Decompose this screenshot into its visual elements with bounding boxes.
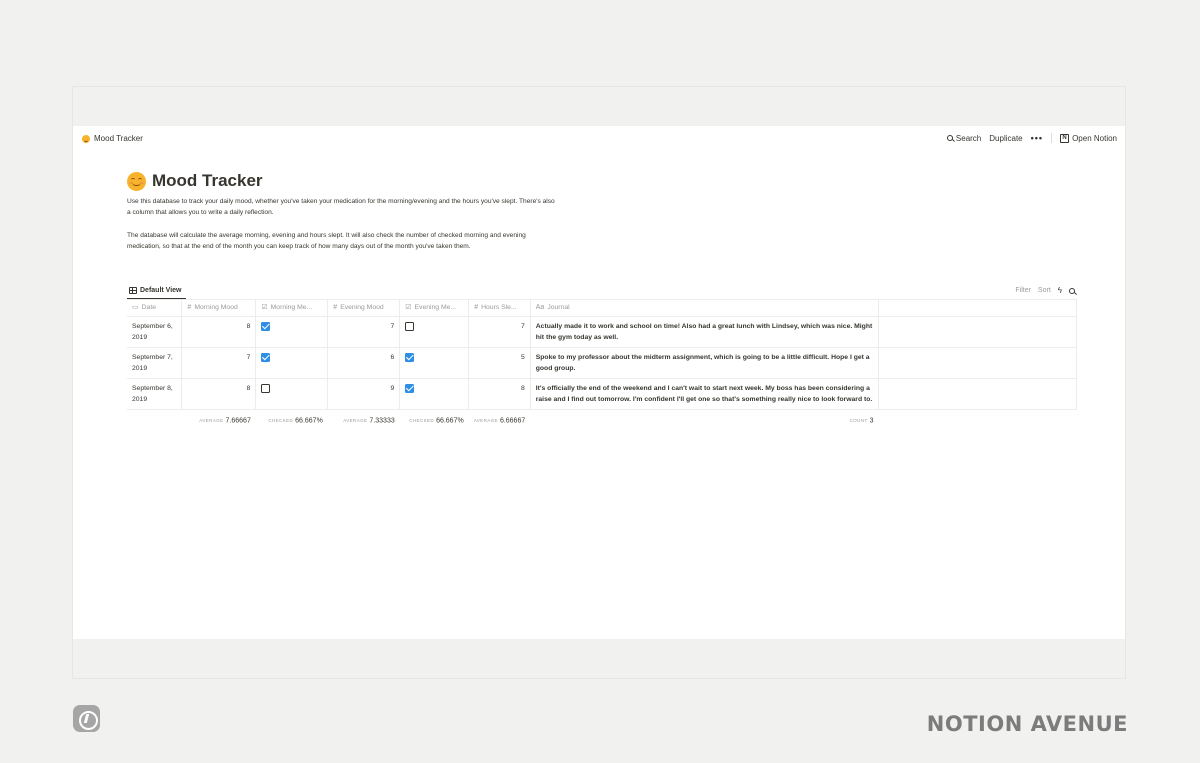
table-row[interactable]: September 7, 2019 7 6 5 Spoke to my professo… [127,347,1077,379]
cell-morning-mood[interactable]: 8 [181,316,257,348]
tab-default-view[interactable]: Default View [127,282,186,299]
column-header-morning-mood[interactable]: # Morning Mood [181,299,257,317]
calculation-row: AVERAGE 7.66667 CHECKED 66.667% AVERAGE 7.3… [127,409,1077,431]
sort-button[interactable]: Sort [1038,287,1051,294]
description-paragraph: The database will calculate the average … [127,231,526,251]
mood-table: ▭ Date # Morning Mood ☑ Morning Me... # Even… [127,299,1077,431]
search-button[interactable]: Search [946,133,982,143]
page-content: Mood Tracker Use this database to track … [127,170,1077,424]
cell-empty [878,378,1077,410]
cell-morning-med [255,378,329,410]
cell-hours-slept[interactable]: 5 [468,347,531,379]
cell-evening-mood[interactable]: 9 [327,378,401,410]
calendar-icon: ▭ [132,304,139,312]
preview-frame: Mood Tracker Search Duplicate ••• N Open… [72,86,1126,679]
smiley-icon [127,171,146,191]
avg-morning-mood[interactable]: AVERAGE 7.66667 [182,409,256,431]
view-tools: Filter Sort ϟ [1015,286,1075,295]
column-header-journal[interactable]: Aa Journal [530,299,880,317]
cell-journal[interactable]: It's officially the end of the weekend a… [530,378,880,410]
more-options-button[interactable]: ••• [1031,133,1043,143]
cell-evening-med [399,347,470,379]
morning-med-checkbox[interactable] [261,352,271,362]
page-title: Mood Tracker [127,170,1077,192]
view-tab-label: Default View [140,286,182,294]
morning-med-checkbox[interactable] [261,383,271,393]
cell-evening-mood[interactable]: 6 [327,347,401,379]
notion-avenue-logo-icon [73,705,100,732]
search-icon[interactable] [1069,287,1075,294]
checked-morning-med[interactable]: CHECKED 66.667% [256,409,328,431]
cell-date[interactable]: September 7, 2019 [127,347,183,379]
text-icon: Aa [535,303,545,311]
cell-empty [878,316,1077,348]
table-icon [129,286,137,294]
cell-journal[interactable]: Actually made it to work and school on t… [530,316,880,348]
breadcrumb[interactable]: Mood Tracker [82,134,143,143]
number-icon: # [474,303,479,311]
cell-journal[interactable]: Spoke to my professor about the midterm … [530,347,880,379]
column-header-date[interactable]: ▭ Date [127,299,183,317]
avg-evening-mood[interactable]: AVERAGE 7.33333 [328,409,400,431]
breadcrumb-label: Mood Tracker [94,134,143,143]
table-header-row: ▭ Date # Morning Mood ☑ Morning Me... # Even… [127,299,1077,317]
checkbox-icon: ☑ [261,304,268,312]
evening-med-checkbox[interactable] [405,383,415,393]
cell-date[interactable]: September 8, 2019 [127,378,183,410]
topbar-actions: Search Duplicate ••• N Open Notion [946,133,1117,143]
cell-hours-slept[interactable]: 8 [468,378,531,410]
description-paragraph: Use this database to track your daily mo… [127,198,555,217]
cell-morning-med [255,316,329,348]
cell-evening-med [399,316,470,348]
brand-name: NOTION AVENUE [926,712,1128,736]
page-description: Use this database to track your daily mo… [127,196,557,253]
open-notion-button[interactable]: N Open Notion [1060,133,1117,143]
smiley-icon [82,134,90,143]
automation-bolt-icon[interactable]: ϟ [1058,286,1062,295]
column-header-hours-slept[interactable]: # Hours Sle... [468,299,531,317]
evening-med-checkbox[interactable] [405,352,415,362]
page-title-text: Mood Tracker [152,171,263,190]
notion-logo-icon: N [1060,133,1070,143]
filter-button[interactable]: Filter [1015,287,1031,294]
duplicate-button[interactable]: Duplicate [989,134,1022,143]
checked-evening-med[interactable]: CHECKED 66.667% [400,409,469,431]
cell-date[interactable]: September 6, 2019 [127,316,183,348]
cell-empty [878,347,1077,379]
number-icon: # [187,303,192,311]
morning-med-checkbox[interactable] [261,321,271,331]
search-label: Search [955,133,982,143]
checkbox-icon: ☑ [405,304,412,312]
open-notion-label: Open Notion [1072,133,1117,143]
cell-evening-med [399,378,470,410]
search-icon [946,135,953,141]
cell-morning-mood[interactable]: 8 [181,378,257,410]
divider [1051,133,1053,143]
cell-morning-mood[interactable]: 7 [181,347,257,379]
avg-hours-slept[interactable]: AVERAGE 6.66667 [469,409,531,431]
cell-morning-med [255,347,329,379]
column-header-morning-med[interactable]: ☑ Morning Me... [255,299,329,317]
column-header-empty [878,299,1077,317]
count-journal[interactable]: COUNT 3 [530,409,878,431]
column-header-evening-med[interactable]: ☑ Evening Me... [399,299,470,317]
notion-page: Mood Tracker Search Duplicate ••• N Open… [73,126,1125,639]
cell-evening-mood[interactable]: 7 [327,316,401,348]
database-view-bar: Default View Filter Sort ϟ [127,282,1077,300]
column-header-evening-mood[interactable]: # Evening Mood [327,299,401,317]
table-row[interactable]: September 8, 2019 8 9 8 It's officially the … [127,378,1077,410]
topbar: Mood Tracker Search Duplicate ••• N Open… [73,126,1125,150]
evening-med-checkbox[interactable] [405,321,415,331]
cell-hours-slept[interactable]: 7 [468,316,531,348]
table-row[interactable]: September 6, 2019 8 7 7 Actually made it to … [127,316,1077,348]
number-icon: # [333,303,338,311]
